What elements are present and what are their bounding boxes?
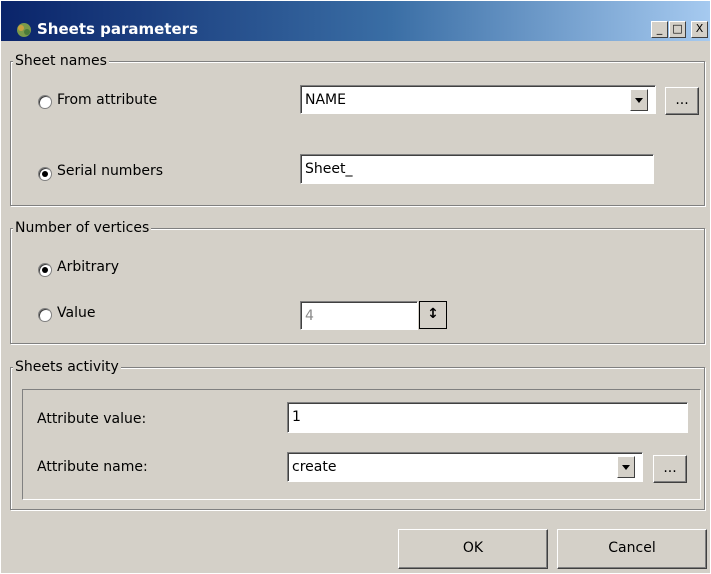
ok-button[interactable]: OK <box>398 529 548 569</box>
chevron-down-icon[interactable] <box>630 89 648 111</box>
attribute-name-select[interactable]: create <box>287 452 643 482</box>
from-attribute-browse-button[interactable]: ... <box>665 87 699 115</box>
from-attribute-select[interactable]: NAME <box>300 85 656 114</box>
serial-numbers-value: Sheet_ <box>305 161 353 177</box>
title-bar[interactable]: Sheets parameters _ □ X <box>1 1 710 41</box>
from-attribute-value: NAME <box>305 92 346 108</box>
vertices-title: Number of vertices <box>13 220 152 236</box>
chevron-down-icon[interactable] <box>617 456 635 478</box>
minimize-button[interactable]: _ <box>651 21 668 38</box>
value-label: Value <box>57 305 96 321</box>
arbitrary-radio[interactable] <box>38 263 52 277</box>
attribute-value-label: Attribute value: <box>37 411 147 427</box>
attribute-name-label: Attribute name: <box>37 459 148 475</box>
attribute-name-value: create <box>292 459 337 475</box>
value-radio[interactable] <box>38 308 52 322</box>
activity-title: Sheets activity <box>13 359 121 375</box>
attribute-value-text: 1 <box>292 409 301 425</box>
app-icon <box>17 23 31 37</box>
window-title: Sheets parameters <box>37 20 199 38</box>
attribute-name-browse-button[interactable]: ... <box>653 455 687 483</box>
sheet-names-title: Sheet names <box>13 53 109 69</box>
from-attribute-radio[interactable] <box>38 95 52 109</box>
serial-numbers-label: Serial numbers <box>57 163 163 179</box>
serial-numbers-input[interactable]: Sheet_ <box>300 154 654 184</box>
sheet-names-group: Sheet names <box>10 53 705 206</box>
arbitrary-label: Arbitrary <box>57 259 119 275</box>
sheets-parameters-dialog: Sheets parameters _ □ X Sheet names From… <box>0 0 710 573</box>
spin-icon[interactable]: ↕ <box>419 301 447 329</box>
from-attribute-label: From attribute <box>57 92 158 108</box>
close-button[interactable]: X <box>691 21 708 38</box>
vertex-count-value: 4 <box>305 308 314 324</box>
vertex-count-input[interactable]: 4 <box>300 301 418 330</box>
cancel-button[interactable]: Cancel <box>557 529 707 569</box>
maximize-button[interactable]: □ <box>669 21 686 38</box>
attribute-value-input[interactable]: 1 <box>287 402 688 433</box>
serial-numbers-radio[interactable] <box>38 167 52 181</box>
